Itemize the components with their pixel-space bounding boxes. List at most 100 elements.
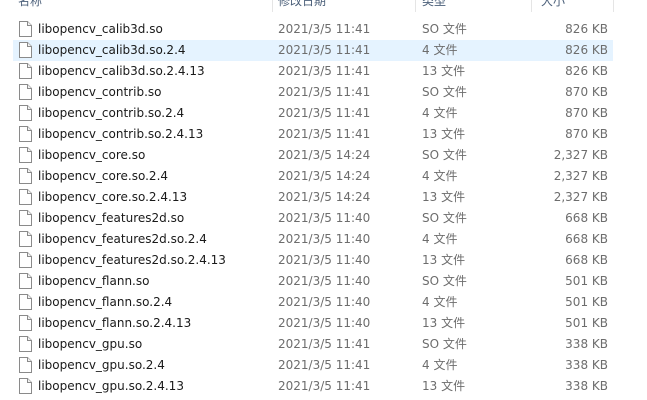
file-row[interactable]: libopencv_contrib.so.2.4 2021/3/5 11:41 4 … xyxy=(0,103,647,124)
file-modified-date: 2021/3/5 11:40 xyxy=(278,274,371,288)
file-row[interactable]: libopencv_contrib.so 2021/3/5 11:41 SO 文件 8… xyxy=(0,82,647,103)
generic-file-icon xyxy=(19,252,32,268)
file-row[interactable]: libopencv_flann.so.2.4.13 2021/3/5 11:40 1… xyxy=(0,313,647,334)
file-row[interactable]: libopencv_core.so 2021/3/5 14:24 SO 文件 2,32… xyxy=(0,145,647,166)
column-divider[interactable] xyxy=(531,0,532,12)
file-name[interactable]: libopencv_calib3d.so xyxy=(38,19,163,40)
file-size: 826 KB xyxy=(565,64,608,78)
file-size: 501 KB xyxy=(565,316,608,330)
file-name[interactable]: libopencv_flann.so.2.4 xyxy=(38,292,172,313)
generic-file-icon xyxy=(19,315,32,331)
file-type: 13 文件 xyxy=(422,316,466,330)
file-name[interactable]: libopencv_flann.so xyxy=(38,271,149,292)
file-type: SO 文件 xyxy=(422,211,467,225)
generic-file-icon xyxy=(19,126,32,142)
generic-file-icon xyxy=(19,273,32,289)
file-size: 338 KB xyxy=(565,358,608,372)
file-type: 13 文件 xyxy=(422,64,466,78)
generic-file-icon xyxy=(19,42,32,58)
column-header-size[interactable]: 大小 xyxy=(541,0,565,12)
column-divider[interactable] xyxy=(415,0,416,12)
file-size: 870 KB xyxy=(565,127,608,141)
column-header-name[interactable]: 名称 xyxy=(18,0,42,12)
generic-file-icon xyxy=(19,294,32,310)
vertical-scrollbar[interactable] xyxy=(630,0,647,400)
file-modified-date: 2021/3/5 11:40 xyxy=(278,295,371,309)
file-size: 2,327 KB xyxy=(553,190,608,204)
file-name[interactable]: libopencv_features2d.so xyxy=(38,208,184,229)
file-size: 2,327 KB xyxy=(553,148,608,162)
file-modified-date: 2021/3/5 11:41 xyxy=(278,127,371,141)
column-divider[interactable] xyxy=(272,0,273,12)
file-row[interactable]: libopencv_features2d.so.2.4.13 2021/3/5 1… xyxy=(0,250,647,271)
file-size: 870 KB xyxy=(565,85,608,99)
column-header-date[interactable]: 修改日期 xyxy=(278,0,326,12)
file-modified-date: 2021/3/5 11:41 xyxy=(278,337,371,351)
file-size: 501 KB xyxy=(565,295,608,309)
file-size: 338 KB xyxy=(565,337,608,351)
file-row[interactable]: libopencv_gpu.so 2021/3/5 11:41 SO 文件 338 K… xyxy=(0,334,647,355)
file-type: SO 文件 xyxy=(422,85,467,99)
file-row[interactable]: libopencv_gpu.so.2.4 2021/3/5 11:41 4 文件 33… xyxy=(0,355,647,376)
file-row[interactable]: libopencv_contrib.so.2.4.13 2021/3/5 11:4… xyxy=(0,124,647,145)
file-name[interactable]: libopencv_contrib.so.2.4.13 xyxy=(38,124,203,145)
file-type: SO 文件 xyxy=(422,274,467,288)
generic-file-icon xyxy=(19,21,32,37)
file-name[interactable]: libopencv_core.so xyxy=(38,145,145,166)
generic-file-icon xyxy=(19,378,32,394)
file-row[interactable]: libopencv_calib3d.so.2.4 2021/3/5 11:41 4 … xyxy=(0,40,647,61)
column-divider[interactable] xyxy=(613,0,614,12)
file-size: 501 KB xyxy=(565,274,608,288)
file-name[interactable]: libopencv_calib3d.so.2.4 xyxy=(38,40,186,61)
file-size: 338 KB xyxy=(565,379,608,393)
file-name[interactable]: libopencv_features2d.so.2.4.13 xyxy=(38,250,226,271)
file-row[interactable]: libopencv_gpu.so.2.4.13 2021/3/5 11:41 13 … xyxy=(0,376,647,397)
file-name[interactable]: libopencv_contrib.so.2.4 xyxy=(38,103,184,124)
file-modified-date: 2021/3/5 11:41 xyxy=(278,43,371,57)
file-name[interactable]: libopencv_contrib.so xyxy=(38,82,161,103)
file-modified-date: 2021/3/5 14:24 xyxy=(278,190,371,204)
file-type: SO 文件 xyxy=(422,337,467,351)
file-size: 870 KB xyxy=(565,106,608,120)
file-modified-date: 2021/3/5 11:41 xyxy=(278,379,371,393)
file-modified-date: 2021/3/5 11:41 xyxy=(278,358,371,372)
file-modified-date: 2021/3/5 11:40 xyxy=(278,211,371,225)
file-name[interactable]: libopencv_gpu.so.2.4 xyxy=(38,355,165,376)
file-type: SO 文件 xyxy=(422,22,467,36)
file-name[interactable]: libopencv_flann.so.2.4.13 xyxy=(38,313,191,334)
file-name[interactable]: libopencv_core.so.2.4 xyxy=(38,166,168,187)
file-row[interactable]: libopencv_flann.so.2.4 2021/3/5 11:40 4 文件… xyxy=(0,292,647,313)
file-name[interactable]: libopencv_gpu.so xyxy=(38,334,142,355)
file-list: libopencv_calib3d.so 2021/3/5 11:41 SO 文件 8… xyxy=(0,19,647,397)
file-type: 13 文件 xyxy=(422,253,466,267)
file-type: 13 文件 xyxy=(422,190,466,204)
generic-file-icon xyxy=(19,336,32,352)
file-size: 668 KB xyxy=(565,232,608,246)
file-modified-date: 2021/3/5 11:40 xyxy=(278,316,371,330)
file-row[interactable]: libopencv_features2d.so 2021/3/5 11:40 SO … xyxy=(0,208,647,229)
file-row[interactable]: libopencv_features2d.so.2.4 2021/3/5 11:4… xyxy=(0,229,647,250)
file-type: 4 文件 xyxy=(422,169,458,183)
file-modified-date: 2021/3/5 14:24 xyxy=(278,169,371,183)
file-modified-date: 2021/3/5 11:40 xyxy=(278,232,371,246)
file-type: SO 文件 xyxy=(422,148,467,162)
generic-file-icon xyxy=(19,63,32,79)
file-row[interactable]: libopencv_core.so.2.4.13 2021/3/5 14:24 13… xyxy=(0,187,647,208)
generic-file-icon xyxy=(19,357,32,373)
column-header: 名称 修改日期 类型 大小 xyxy=(0,0,647,12)
file-row[interactable]: libopencv_calib3d.so.2.4.13 2021/3/5 11:4… xyxy=(0,61,647,82)
file-modified-date: 2021/3/5 11:40 xyxy=(278,253,371,267)
column-header-type[interactable]: 类型 xyxy=(422,0,446,12)
file-row[interactable]: libopencv_core.so.2.4 2021/3/5 14:24 4 文件 2… xyxy=(0,166,647,187)
file-type: 13 文件 xyxy=(422,127,466,141)
file-modified-date: 2021/3/5 11:41 xyxy=(278,64,371,78)
file-name[interactable]: libopencv_features2d.so.2.4 xyxy=(38,229,207,250)
file-name[interactable]: libopencv_gpu.so.2.4.13 xyxy=(38,376,184,397)
file-row[interactable]: libopencv_calib3d.so 2021/3/5 11:41 SO 文件 8… xyxy=(0,19,647,40)
generic-file-icon xyxy=(19,147,32,163)
file-row[interactable]: libopencv_flann.so 2021/3/5 11:40 SO 文件 501… xyxy=(0,271,647,292)
file-name[interactable]: libopencv_core.so.2.4.13 xyxy=(38,187,187,208)
file-name[interactable]: libopencv_calib3d.so.2.4.13 xyxy=(38,61,205,82)
file-type: 4 文件 xyxy=(422,358,458,372)
file-modified-date: 2021/3/5 11:41 xyxy=(278,106,371,120)
